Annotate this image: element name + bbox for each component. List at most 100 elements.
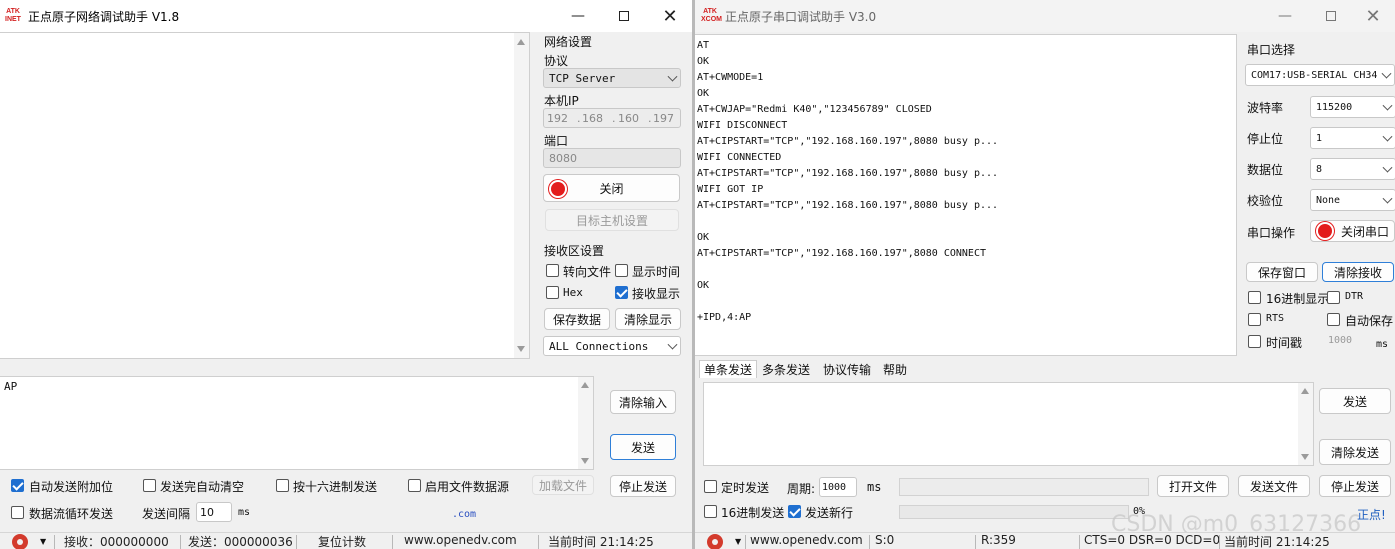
timestamp-label: 时间戳	[1266, 336, 1303, 350]
sent-bytes: S:0	[875, 533, 895, 547]
net-stop-send-button[interactable]: 停止发送	[610, 475, 676, 497]
close-port-button[interactable]: 关闭串口	[1310, 220, 1395, 242]
serial-close-icon[interactable]: ✕	[1351, 4, 1395, 28]
clear-input-button[interactable]: 清除输入	[610, 390, 676, 414]
loop-send-checkbox[interactable]	[11, 506, 24, 519]
hex-recv-checkbox[interactable]	[546, 286, 559, 299]
hex-show-checkbox[interactable]	[1248, 291, 1261, 304]
serial-stop-send-button[interactable]: 停止发送	[1319, 475, 1391, 497]
auto-append-checkbox[interactable]	[11, 479, 24, 492]
auto-save-label: 自动保存	[1345, 314, 1394, 328]
port-select[interactable]: COM17:USB-SERIAL CH34	[1245, 64, 1395, 86]
atk-xcom-logo: ATK XCOM	[701, 8, 722, 23]
net-send-scrollbar[interactable]	[578, 377, 593, 469]
show-time-checkbox[interactable]	[615, 264, 628, 277]
dtr-label: DTR	[1345, 291, 1364, 302]
stop-bit-select[interactable]: 1	[1310, 127, 1395, 149]
serial-title-bar[interactable]: ATK XCOM 正点原子串口调试助手 V3.0 — ✕	[695, 0, 1395, 32]
reset-count-button[interactable]: 复位计数	[318, 533, 366, 549]
period-unit: ms	[867, 480, 882, 494]
hex-send16-label: 16进制发送	[721, 506, 785, 520]
hex-show-label: 16进制显示	[1266, 292, 1330, 306]
serial-send-area[interactable]	[703, 382, 1314, 466]
auto-save-checkbox[interactable]	[1327, 313, 1340, 326]
maximize-icon[interactable]	[602, 4, 646, 28]
tab-single-send[interactable]: 单条发送	[699, 360, 758, 378]
load-file-button[interactable]: 加载文件	[532, 475, 594, 495]
recv-bytes: R:359	[981, 533, 1016, 547]
save-window-button[interactable]: 保存窗口	[1246, 262, 1318, 282]
show-time-label: 显示时间	[632, 265, 681, 279]
data-bit-select[interactable]: 8	[1310, 158, 1395, 180]
auto-clear-checkbox[interactable]	[143, 479, 156, 492]
net-send-text: AP	[4, 380, 18, 393]
hex-send-checkbox[interactable]	[276, 479, 289, 492]
baud-select[interactable]: 115200	[1310, 96, 1395, 118]
clear-display-button[interactable]: 清除显示	[615, 308, 681, 330]
open-file-button[interactable]: 打开文件	[1157, 475, 1229, 497]
local-ip-field[interactable]: 192. 168. 160. 197	[543, 108, 681, 128]
port-field[interactable]: 8080	[543, 148, 681, 168]
gear-icon[interactable]	[12, 534, 28, 549]
data-bit-label: 数据位	[1247, 163, 1284, 177]
file-source-checkbox[interactable]	[408, 479, 421, 492]
clear-send-button[interactable]: 清除发送	[1319, 439, 1391, 465]
send-file-button[interactable]: 发送文件	[1238, 475, 1310, 497]
timestamp-checkbox[interactable]	[1248, 335, 1261, 348]
serial-receive-log: AT OK AT+CWMODE=1 OK AT+CWJAP="Redmi K40…	[697, 40, 999, 323]
serial-site-link[interactable]: www.openedv.com	[750, 533, 863, 547]
local-ip-label: 本机IP	[544, 94, 579, 108]
net-window-title: 正点原子网络调试助手 V1.8	[28, 10, 180, 24]
target-host-button[interactable]: 目标主机设置	[545, 209, 679, 231]
tab-protocol[interactable]: 协议传输	[819, 360, 875, 378]
net-send-button[interactable]: 发送	[610, 434, 676, 460]
to-file-checkbox[interactable]	[546, 264, 559, 277]
hex-recv-label: Hex	[563, 286, 583, 299]
serial-send-button[interactable]: 发送	[1319, 388, 1391, 414]
send-file-path[interactable]	[899, 478, 1149, 496]
net-close-button[interactable]: 关闭	[543, 174, 680, 202]
stop-bit-label: 停止位	[1247, 132, 1284, 146]
hex-send16-checkbox[interactable]	[704, 505, 717, 518]
net-com-link[interactable]: .com	[452, 509, 476, 520]
serial-maximize-icon[interactable]	[1309, 4, 1353, 28]
clear-recv-button[interactable]: 清除接收	[1322, 262, 1394, 282]
line-status: CTS=0 DSR=0 DCD=0	[1084, 533, 1221, 547]
loop-send-label: 数据流循环发送	[29, 507, 114, 521]
rts-checkbox[interactable]	[1248, 313, 1261, 326]
newline-checkbox[interactable]	[788, 505, 801, 518]
serial-gear-icon[interactable]	[707, 534, 723, 549]
serial-window-title: 正点原子串口调试助手 V3.0	[725, 10, 877, 24]
net-send-area[interactable]: AP	[0, 376, 594, 470]
connections-select[interactable]: ALL Connections	[543, 336, 681, 356]
serial-send-scrollbar[interactable]	[1298, 383, 1313, 465]
net-title-bar[interactable]: ATK INET 正点原子网络调试助手 V1.8 — ✕	[0, 0, 692, 32]
minimize-icon[interactable]: —	[556, 4, 600, 28]
save-data-button[interactable]: 保存数据	[544, 308, 610, 330]
net-site-link[interactable]: www.openedv.com	[404, 533, 517, 547]
tab-multi-send[interactable]: 多条发送	[758, 360, 814, 378]
timestamp-unit: ms	[1376, 339, 1389, 350]
chevron-down-icon[interactable]: ▼	[40, 537, 46, 546]
newline-label: 发送新行	[805, 506, 854, 520]
recv-count: 接收：000000000	[64, 535, 169, 549]
port-select-label: 串口选择	[1247, 43, 1296, 57]
parity-label: 校验位	[1247, 194, 1284, 208]
parity-select[interactable]: None	[1310, 189, 1395, 211]
timed-send-checkbox[interactable]	[704, 480, 717, 493]
tab-help[interactable]: 帮助	[879, 360, 911, 378]
net-receive-scrollbar[interactable]	[514, 33, 529, 358]
timestamp-value[interactable]: 1000	[1328, 335, 1352, 346]
baud-label: 波特率	[1247, 101, 1284, 115]
dtr-checkbox[interactable]	[1327, 291, 1340, 304]
close-icon[interactable]: ✕	[648, 4, 692, 28]
net-receive-area[interactable]	[0, 32, 530, 359]
serial-chevron-down-icon[interactable]: ▼	[735, 537, 741, 546]
recv-show-checkbox[interactable]	[615, 286, 628, 299]
protocol-select[interactable]: TCP Server	[543, 68, 681, 88]
period-input[interactable]: 1000	[819, 477, 857, 497]
serial-minimize-icon[interactable]: —	[1263, 4, 1307, 28]
serial-receive-area[interactable]: AT OK AT+CWMODE=1 OK AT+CWJAP="Redmi K40…	[695, 34, 1237, 356]
interval-input[interactable]: 10	[196, 502, 232, 522]
red-led-icon	[551, 182, 565, 196]
